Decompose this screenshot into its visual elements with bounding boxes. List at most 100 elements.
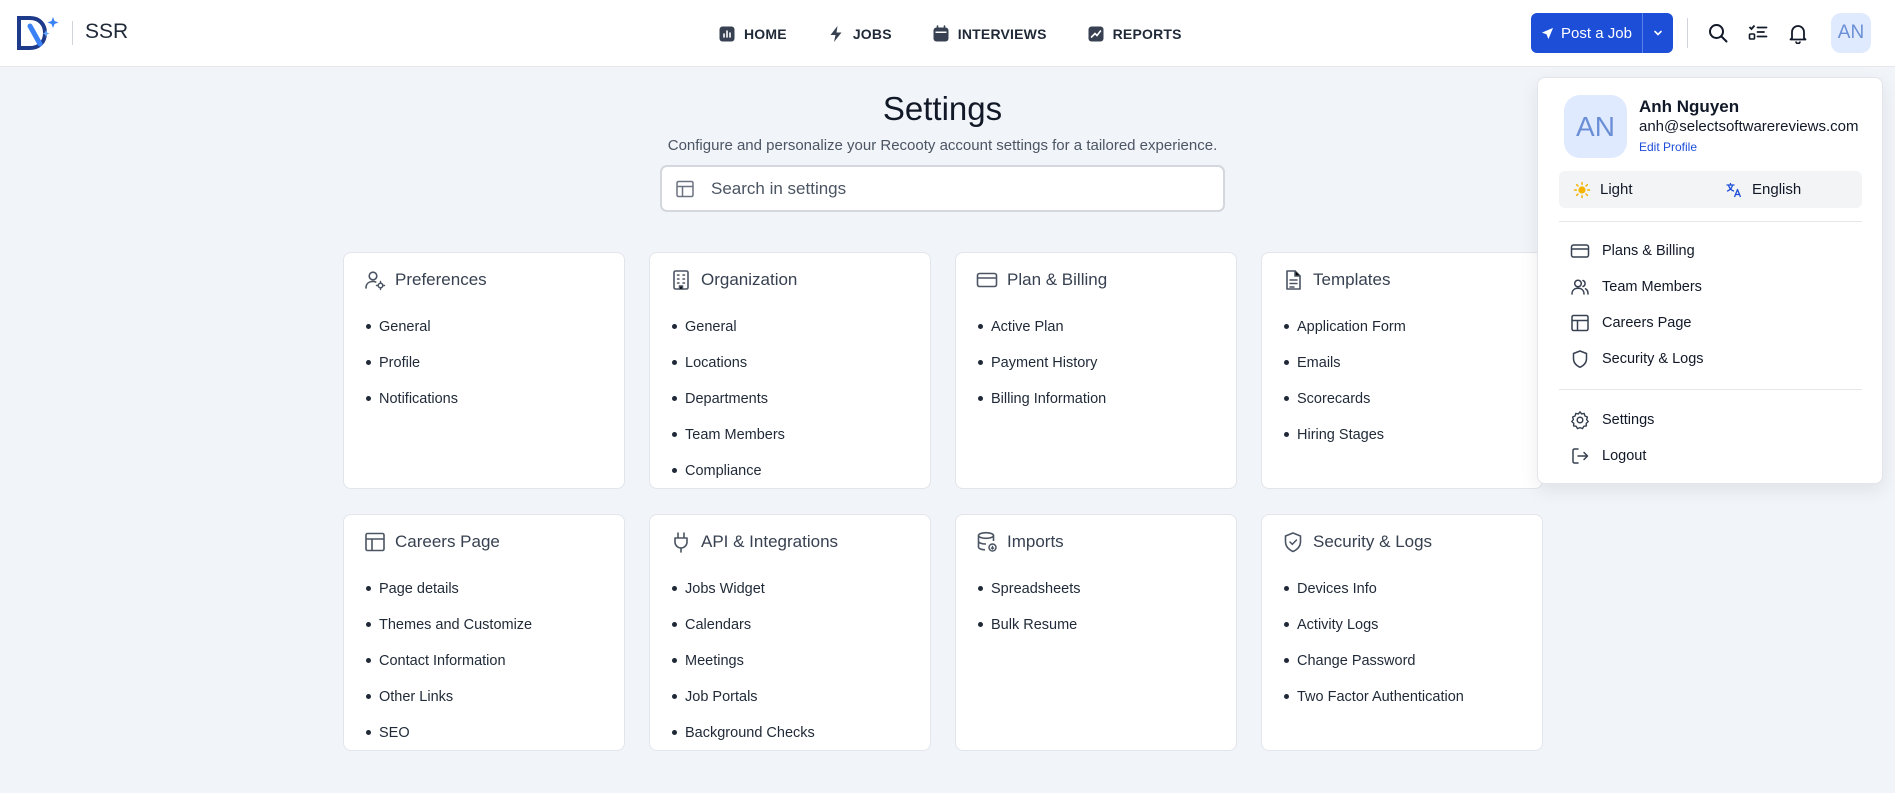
card-links: Devices Info Activity Logs Change Passwo… <box>1284 571 1464 715</box>
post-job-label: Post a Job <box>1561 24 1632 42</box>
menu-item-settings[interactable]: Settings <box>1570 408 1654 432</box>
card-header[interactable]: Security & Logs <box>1282 531 1432 553</box>
settings-card-imports: Imports Spreadsheets Bulk Resume <box>955 514 1237 751</box>
card-link[interactable]: Change Password <box>1284 643 1464 679</box>
menu-item-label: Security & Logs <box>1602 351 1704 367</box>
card-link[interactable]: Job Portals <box>672 679 815 715</box>
card-link[interactable]: Emails <box>1284 345 1406 381</box>
settings-card-plan-billing: Plan & Billing Active Plan Payment Histo… <box>955 252 1237 489</box>
shield-icon <box>1284 532 1302 553</box>
nav-jobs[interactable]: JOBS <box>827 25 892 43</box>
card-link[interactable]: Notifications <box>366 381 458 417</box>
card-links: General Profile Notifications <box>366 309 458 417</box>
users-icon <box>1571 279 1589 295</box>
home-chart-icon <box>719 26 735 42</box>
card-link[interactable]: Background Checks <box>672 715 815 751</box>
nav-interviews[interactable]: INTERVIEWS <box>932 25 1047 43</box>
user-gear-icon <box>365 271 386 291</box>
card-link[interactable]: Scorecards <box>1284 381 1406 417</box>
document-icon <box>1286 270 1301 290</box>
card-links: Jobs Widget Calendars Meetings Job Porta… <box>672 571 815 751</box>
settings-card-api-integrations: API & Integrations Jobs Widget Calendars… <box>649 514 931 751</box>
menu-item-logout[interactable]: Logout <box>1570 444 1646 468</box>
card-link[interactable]: General <box>366 309 458 345</box>
card-header[interactable]: Preferences <box>364 269 487 291</box>
settings-card-preferences: Preferences General Profile Notification… <box>343 252 625 489</box>
shield-icon <box>1572 350 1588 369</box>
card-link[interactable]: Contact Information <box>366 643 532 679</box>
card-link[interactable]: Bulk Resume <box>978 607 1080 643</box>
card-link[interactable]: Activity Logs <box>1284 607 1464 643</box>
plug-icon <box>674 532 688 553</box>
card-link[interactable]: Team Members <box>672 417 785 453</box>
search-input[interactable] <box>711 178 1191 199</box>
task-list-icon[interactable] <box>1747 22 1769 44</box>
post-job-button[interactable]: Post a Job <box>1531 13 1643 53</box>
avatar[interactable]: AN <box>1831 13 1871 53</box>
logo-divider <box>72 21 73 45</box>
layout-icon <box>676 180 694 197</box>
card-link[interactable]: Billing Information <box>978 381 1106 417</box>
card-link[interactable]: Other Links <box>366 679 532 715</box>
card-link[interactable]: Active Plan <box>978 309 1106 345</box>
menu-item-security-logs[interactable]: Security & Logs <box>1570 347 1704 371</box>
card-link[interactable]: Profile <box>366 345 458 381</box>
theme-toggle[interactable]: Light <box>1573 171 1633 208</box>
card-header[interactable]: Careers Page <box>364 531 500 553</box>
profile-email: anh@selectsoftwarereviews.com <box>1639 118 1859 135</box>
card-title: Imports <box>1007 532 1064 551</box>
menu-divider <box>1559 221 1862 222</box>
theme-label: Light <box>1600 181 1633 198</box>
language-selector[interactable]: English <box>1725 171 1801 208</box>
card-link[interactable]: SEO <box>366 715 532 751</box>
nav-label: JOBS <box>852 26 892 42</box>
card-title: Careers Page <box>395 532 500 551</box>
card-link[interactable]: Compliance <box>672 453 785 489</box>
card-title: Templates <box>1313 270 1391 289</box>
settings-card-security-logs: Security & Logs Devices Info Activity Lo… <box>1261 514 1543 751</box>
nav-label: REPORTS <box>1112 26 1182 42</box>
credit-card-icon <box>1570 244 1590 258</box>
main-nav: HOME JOBS INTERVIEWS REPORTS <box>718 22 1182 46</box>
card-link[interactable]: Page details <box>366 571 532 607</box>
card-link[interactable]: Calendars <box>672 607 815 643</box>
card-link[interactable]: Two Factor Authentication <box>1284 679 1464 715</box>
card-link[interactable]: Application Form <box>1284 309 1406 345</box>
card-header[interactable]: Plan & Billing <box>976 269 1107 291</box>
header-divider <box>1687 18 1688 48</box>
menu-divider <box>1559 389 1862 390</box>
menu-item-careers-page[interactable]: Careers Page <box>1570 311 1691 335</box>
nav-reports[interactable]: REPORTS <box>1087 25 1182 43</box>
menu-item-label: Settings <box>1602 412 1655 428</box>
bell-icon[interactable] <box>1787 22 1809 44</box>
search-icon[interactable] <box>1707 22 1729 44</box>
card-link[interactable]: Jobs Widget <box>672 571 815 607</box>
card-title: Security & Logs <box>1313 532 1433 551</box>
edit-profile-link[interactable]: Edit Profile <box>1639 140 1697 154</box>
post-job-dropdown-button[interactable] <box>1643 13 1673 53</box>
card-link[interactable]: Spreadsheets <box>978 571 1080 607</box>
card-link[interactable]: Meetings <box>672 643 815 679</box>
translate-icon <box>1726 182 1742 197</box>
card-title: Organization <box>701 270 798 289</box>
card-link[interactable]: Locations <box>672 345 785 381</box>
brand-name: SSR <box>85 20 129 43</box>
card-link[interactable]: Hiring Stages <box>1284 417 1406 453</box>
menu-item-plans-billing[interactable]: Plans & Billing <box>1570 239 1695 263</box>
card-link[interactable]: General <box>672 309 785 345</box>
menu-item-team-members[interactable]: Team Members <box>1570 275 1702 299</box>
card-header[interactable]: Imports <box>976 531 1064 553</box>
post-job-split-button: Post a Job <box>1531 13 1673 53</box>
card-header[interactable]: Organization <box>670 269 797 291</box>
send-icon <box>1541 27 1554 39</box>
card-header[interactable]: Templates <box>1282 269 1390 291</box>
logo-icon[interactable] <box>16 14 62 52</box>
card-link[interactable]: Devices Info <box>1284 571 1464 607</box>
card-header[interactable]: API & Integrations <box>670 531 838 553</box>
nav-home[interactable]: HOME <box>718 25 787 43</box>
card-link[interactable]: Payment History <box>978 345 1106 381</box>
card-title: Plan & Billing <box>1007 270 1108 289</box>
card-link[interactable]: Departments <box>672 381 785 417</box>
card-link[interactable]: Themes and Customize <box>366 607 532 643</box>
nav-label: HOME <box>744 26 787 42</box>
